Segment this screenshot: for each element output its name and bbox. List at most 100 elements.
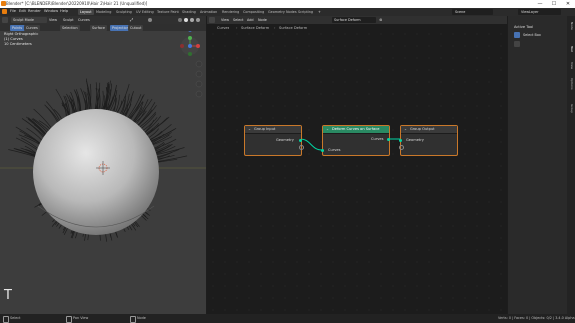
tab-shading[interactable]: Shading xyxy=(180,9,198,15)
menu-file[interactable]: File xyxy=(10,9,16,13)
tool-name: Select Box xyxy=(523,33,541,37)
socket-label: Geometry xyxy=(406,138,424,142)
node-collapse-icon[interactable]: ⌄ xyxy=(404,127,407,131)
output-socket-icon[interactable] xyxy=(387,137,391,141)
transform-icon[interactable]: ⤢ xyxy=(130,17,135,23)
tab-uv-editing[interactable]: UV Editing xyxy=(134,9,156,15)
object-name-label: (1) Curves xyxy=(4,37,23,41)
hair-strand xyxy=(84,234,86,241)
tab-options[interactable]: Options xyxy=(568,78,574,90)
tab-texture-paint[interactable]: Texture Paint xyxy=(155,9,181,15)
empty-socket-icon[interactable] xyxy=(399,145,405,151)
tab-layout[interactable]: Layout xyxy=(78,9,94,15)
hair-strand xyxy=(126,226,130,230)
menu-help[interactable]: Help xyxy=(60,9,68,13)
blender-menu-icon[interactable] xyxy=(2,9,7,14)
hair-strand xyxy=(87,234,89,241)
node-collapse-icon[interactable]: ⌄ xyxy=(326,127,329,131)
input-socket-icon[interactable] xyxy=(321,148,325,152)
group-input-node[interactable]: ⌄ Group Input Geometry xyxy=(244,125,305,156)
node-collapse-icon[interactable]: ⌄ xyxy=(248,127,251,131)
mode-selector[interactable]: Sculpt Mode xyxy=(11,17,47,23)
minimize-button[interactable]: — xyxy=(533,0,547,8)
sidebar-tabs: Node Tool View Options Group xyxy=(567,16,575,314)
tab-view[interactable]: View xyxy=(568,62,574,69)
tab-geometry-nodes[interactable]: Geometry Nodes xyxy=(266,9,299,15)
viewport-header: Sculpt Mode View Sculpt Curves ⤢ xyxy=(0,16,206,24)
hair-strand xyxy=(128,225,133,231)
menu-sculpt[interactable]: Sculpt xyxy=(61,17,76,23)
tab-rendering[interactable]: Rendering xyxy=(220,9,241,15)
hair-strand xyxy=(82,233,84,237)
scene-selector[interactable]: Scene xyxy=(452,9,493,15)
selection-option[interactable]: Selection xyxy=(60,25,80,31)
panel-header[interactable]: Active Tool xyxy=(514,25,533,29)
viewport-canvas xyxy=(0,28,206,242)
maximize-button[interactable]: ☐ xyxy=(547,0,561,8)
surface-option[interactable]: Surface xyxy=(90,25,107,31)
view-layer-selector[interactable]: ViewLayer xyxy=(518,9,561,15)
sphere-mesh xyxy=(33,109,159,235)
mouse-middle-icon xyxy=(66,316,72,323)
tab-scripting[interactable]: Scripting xyxy=(296,9,315,15)
hair-strand xyxy=(113,95,116,112)
title-bar: Blender* [C:\BLENDER\Blender\20220910\Ha… xyxy=(0,0,575,8)
add-workspace-button[interactable]: + xyxy=(316,9,323,15)
select-box-icon[interactable] xyxy=(514,32,520,38)
node-title: Group Output xyxy=(410,127,435,131)
scene-stats: Verts: 0 | Faces: 0 | Objects: 0/2 | 3.4… xyxy=(498,316,575,320)
deform-curves-node[interactable]: ⌄ Deform Curves on Surface Curves Curves xyxy=(321,125,391,156)
editor-type-icon[interactable] xyxy=(2,17,8,23)
scale-label: 10 Centimeters xyxy=(4,42,32,46)
hair-strand xyxy=(142,213,147,218)
tab-animation[interactable]: Animation xyxy=(198,9,219,15)
camera-view-icon xyxy=(195,80,203,88)
shading-rendered-icon[interactable] xyxy=(196,18,200,22)
menu-render[interactable]: Render xyxy=(28,9,41,13)
tab-sculpting[interactable]: Sculpting xyxy=(114,9,134,15)
hair-strand xyxy=(146,117,168,135)
status-node: Node xyxy=(137,316,146,320)
hair-strand xyxy=(41,211,48,216)
group-output-node[interactable]: ⌄ Group Output Geometry xyxy=(399,125,458,156)
hair-strand xyxy=(109,233,112,238)
sidebar-panel: Active Tool Select Box xyxy=(508,16,567,314)
3d-viewport[interactable]: Right Orthographic (1) Curves 10 Centime… xyxy=(0,16,206,314)
overlay-icon[interactable] xyxy=(148,18,152,22)
cutout-option[interactable]: Cutout xyxy=(128,25,144,31)
select-mode-icon[interactable] xyxy=(514,41,520,47)
tab-compositing[interactable]: Compositing xyxy=(241,9,266,15)
status-bar: Select Pan View Node Verts: 0 | Faces: 0… xyxy=(0,314,575,323)
menu-edit[interactable]: Edit xyxy=(19,9,26,13)
navigation-gizmo-icon xyxy=(180,28,200,56)
hair-strand xyxy=(52,219,55,223)
socket-label: Geometry xyxy=(276,138,294,142)
menu-curves[interactable]: Curves xyxy=(76,17,92,23)
hair-strand xyxy=(75,232,78,239)
output-socket-icon[interactable] xyxy=(299,138,303,142)
shading-material-icon[interactable] xyxy=(190,18,194,22)
hair-strand xyxy=(101,90,104,110)
tab-group[interactable]: Group xyxy=(568,104,574,113)
tab-node[interactable]: Node xyxy=(568,22,574,30)
menu-window[interactable]: Window xyxy=(44,9,58,13)
hair-strand xyxy=(80,88,87,110)
node-title: Group Input xyxy=(254,127,276,131)
menu-view[interactable]: View xyxy=(47,17,59,23)
hair-strand xyxy=(105,234,108,242)
window-title: Blender* [C:\BLENDER\Blender\20220910\Ha… xyxy=(6,1,148,6)
node-links xyxy=(299,138,402,151)
tab-modeling[interactable]: Modeling xyxy=(94,9,113,15)
tab-tool[interactable]: Tool xyxy=(568,46,574,52)
shading-solid-icon[interactable] xyxy=(184,18,188,22)
hair-strand xyxy=(132,222,136,227)
tool-settings-bar: Points Curves Selection Surface Projecti… xyxy=(0,24,206,31)
curves-select-button[interactable]: Curves xyxy=(24,25,40,31)
status-pan: Pan View xyxy=(73,316,89,320)
input-socket-icon[interactable] xyxy=(399,138,403,142)
mouse-left-icon xyxy=(3,316,9,323)
hair-strand xyxy=(58,224,62,229)
close-button[interactable]: ✕ xyxy=(561,0,575,8)
hair-strand xyxy=(46,101,61,121)
shading-wire-icon[interactable] xyxy=(178,18,182,22)
